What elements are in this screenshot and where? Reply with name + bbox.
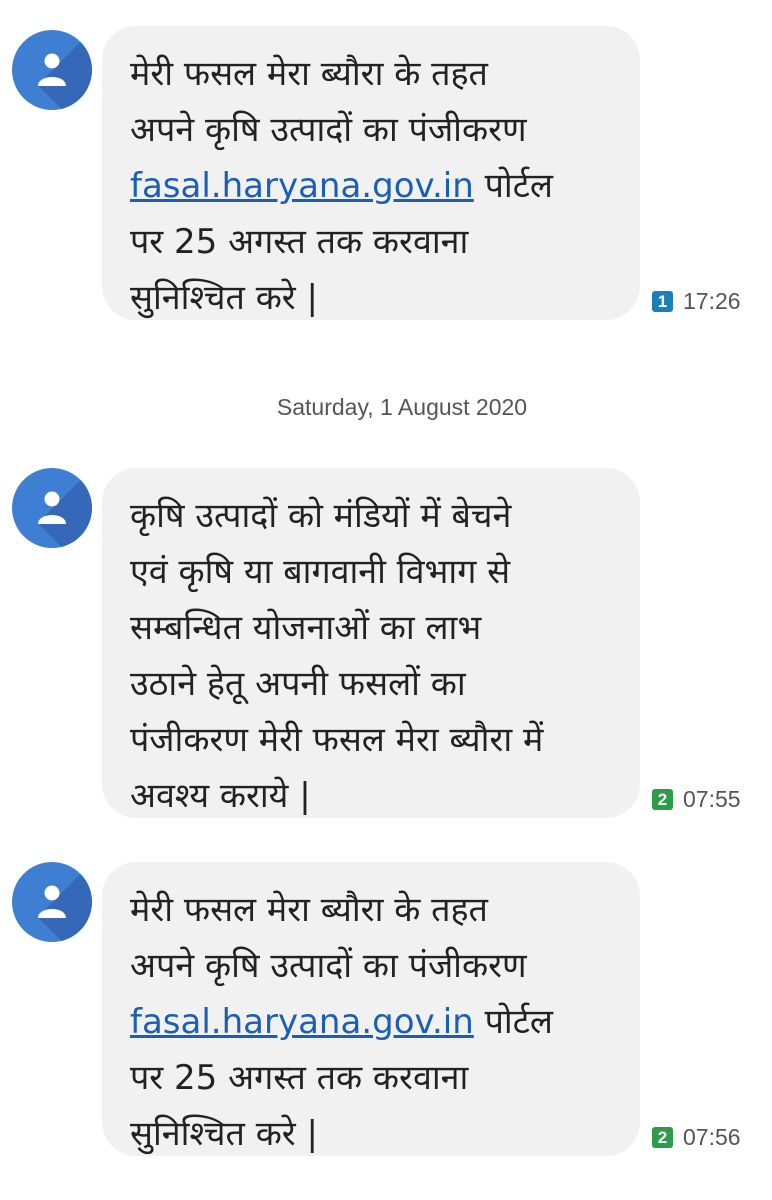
person-icon: [38, 491, 66, 524]
message-text: कृषि उत्पादों को मंडियों में बेचने एवं क…: [130, 496, 544, 816]
message-bubble[interactable]: कृषि उत्पादों को मंडियों में बेचने एवं क…: [102, 468, 640, 818]
message-link[interactable]: fasal.haryana.gov.in: [130, 166, 474, 206]
person-icon: [38, 53, 66, 86]
sim-2-icon: 2: [652, 1126, 673, 1148]
message-time: 07:56: [683, 1123, 741, 1150]
date-separator: Saturday, 1 August 2020: [276, 394, 528, 420]
message-meta: 1 17:26: [652, 286, 741, 316]
message-bubble[interactable]: मेरी फसल मेरा ब्यौरा के तहत अपने कृषि उत…: [102, 26, 640, 320]
sim-1-icon: 1: [652, 290, 673, 312]
message-text: मेरी फसल मेरा ब्यौरा के तहत अपने कृषि उत…: [130, 890, 553, 1154]
contact-avatar[interactable]: [12, 862, 92, 942]
message-meta: 2 07:56: [652, 1122, 741, 1152]
message-link[interactable]: fasal.haryana.gov.in: [130, 1002, 474, 1042]
contact-avatar[interactable]: [12, 30, 92, 110]
message-meta: 2 07:55: [652, 784, 741, 814]
message-time: 17:26: [683, 287, 741, 314]
message-bubble[interactable]: मेरी फसल मेरा ब्यौरा के तहत अपने कृषि उत…: [102, 862, 640, 1156]
message-text: मेरी फसल मेरा ब्यौरा के तहत अपने कृषि उत…: [130, 54, 553, 318]
person-icon: [38, 885, 66, 918]
contact-avatar[interactable]: [12, 468, 92, 548]
message-time: 07:55: [683, 785, 741, 812]
sim-2-icon: 2: [652, 788, 673, 810]
